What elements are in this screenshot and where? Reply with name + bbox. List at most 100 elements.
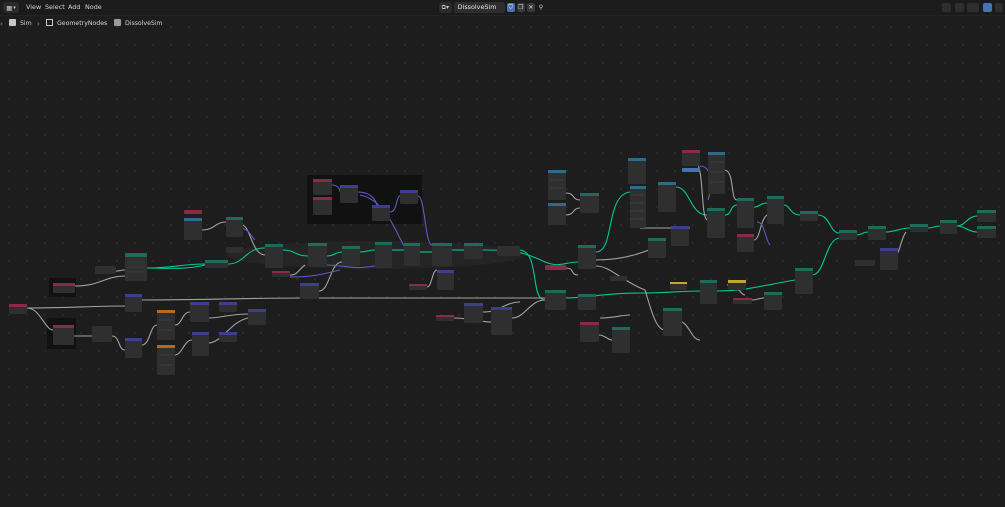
- pin-icon[interactable]: ⚲: [537, 3, 545, 12]
- node-body[interactable]: [184, 218, 202, 240]
- breadcrumb-item-node-tree[interactable]: DissolveSim: [114, 18, 163, 30]
- link[interactable]: [565, 267, 579, 276]
- object-icon: [9, 19, 16, 26]
- node-body[interactable]: [92, 326, 112, 342]
- link[interactable]: [174, 311, 191, 326]
- node-header: [977, 226, 996, 229]
- nodes-layer: [9, 150, 996, 375]
- node-body[interactable]: [184, 210, 202, 214]
- link[interactable]: [751, 297, 765, 301]
- node-body[interactable]: [708, 152, 725, 194]
- shield-icon[interactable]: ⛉: [506, 3, 515, 12]
- gizmo-icon[interactable]: [983, 3, 992, 12]
- geometry-link[interactable]: [783, 204, 801, 216]
- node-body[interactable]: [578, 245, 596, 269]
- link[interactable]: [141, 297, 545, 301]
- close-icon[interactable]: ✕: [526, 3, 535, 12]
- node-body[interactable]: [630, 186, 646, 228]
- link[interactable]: [26, 305, 126, 309]
- link[interactable]: [565, 207, 581, 216]
- node-body[interactable]: [192, 332, 209, 356]
- node-tree-icon[interactable]: ⧉▾: [439, 2, 452, 13]
- link[interactable]: [201, 221, 227, 231]
- node-header: [436, 315, 454, 317]
- node-body[interactable]: [545, 265, 566, 270]
- link[interactable]: [426, 269, 438, 288]
- node-body[interactable]: [767, 196, 784, 224]
- link[interactable]: [208, 313, 249, 319]
- node-body[interactable]: [707, 208, 725, 238]
- node-body[interactable]: [226, 247, 243, 253]
- node-body[interactable]: [404, 243, 420, 266]
- node-body[interactable]: [157, 310, 175, 340]
- link[interactable]: [753, 214, 768, 241]
- geometry-link[interactable]: [956, 225, 978, 233]
- node-body[interactable]: [308, 243, 327, 267]
- menu-select[interactable]: Select: [45, 2, 65, 13]
- node-body[interactable]: [855, 260, 875, 266]
- node-header: [977, 210, 996, 213]
- link[interactable]: [74, 275, 126, 287]
- link[interactable]: [598, 334, 613, 341]
- node-body[interactable]: [95, 266, 116, 274]
- node-body[interactable]: [548, 170, 566, 200]
- geometry-link[interactable]: [753, 202, 768, 208]
- link[interactable]: [565, 192, 581, 201]
- geometry-link[interactable]: [811, 237, 840, 276]
- link[interactable]: [111, 335, 126, 351]
- geometry-link[interactable]: [146, 263, 206, 269]
- node-body[interactable]: [265, 244, 283, 268]
- geometry-link[interactable]: [956, 215, 978, 227]
- chevron-down-icon: ▾: [13, 4, 16, 11]
- editor-type-button[interactable]: ▦ ▾: [3, 2, 19, 13]
- duplicate-icon[interactable]: ❐: [516, 3, 525, 12]
- node-body[interactable]: [682, 168, 700, 172]
- link[interactable]: [141, 324, 158, 346]
- node-header: [578, 294, 596, 297]
- menu-view[interactable]: View: [26, 2, 41, 13]
- node-header: [737, 198, 754, 201]
- link[interactable]: [595, 265, 666, 331]
- node-body[interactable]: [700, 280, 717, 304]
- link[interactable]: [174, 339, 193, 356]
- view-options-icon[interactable]: [995, 3, 1003, 12]
- geometry-link[interactable]: [885, 227, 911, 233]
- node-body[interactable]: [795, 268, 813, 294]
- node-header: [190, 302, 209, 305]
- breadcrumb-item-object[interactable]: Sim: [9, 18, 32, 30]
- chevron-right-icon: ›: [105, 20, 108, 28]
- link[interactable]: [115, 269, 126, 272]
- node-body[interactable]: [491, 307, 512, 335]
- node-body[interactable]: [497, 246, 520, 256]
- node-tree-name-field[interactable]: DissolveSim: [453, 2, 505, 13]
- node-header: [545, 290, 566, 293]
- menu-node[interactable]: Node: [85, 2, 102, 13]
- geometry-link[interactable]: [927, 225, 941, 229]
- node-body[interactable]: [610, 276, 627, 281]
- geometry-link[interactable]: [817, 214, 840, 234]
- geometry-link[interactable]: [724, 204, 738, 216]
- sidebar-toggle-icon[interactable]: [942, 3, 951, 12]
- node-body[interactable]: [375, 242, 392, 268]
- node-body[interactable]: [663, 308, 682, 336]
- node-body[interactable]: [737, 198, 754, 228]
- snap-icon[interactable]: [967, 3, 979, 12]
- node-header: [767, 196, 784, 199]
- geometry-link[interactable]: [595, 191, 631, 253]
- node-body[interactable]: [432, 243, 452, 266]
- node-body[interactable]: [658, 182, 676, 212]
- geometry-link[interactable]: [856, 231, 869, 236]
- breadcrumb-item-modifier[interactable]: GeometryNodes: [46, 18, 107, 30]
- node-body[interactable]: [612, 327, 630, 353]
- node-body[interactable]: [628, 158, 646, 184]
- link[interactable]: [599, 314, 631, 319]
- node-body[interactable]: [548, 203, 566, 225]
- node-body[interactable]: [880, 248, 898, 270]
- link[interactable]: [723, 169, 738, 201]
- menu-add[interactable]: Add: [68, 2, 80, 13]
- overlay-icon[interactable]: [955, 3, 964, 12]
- node-header: [313, 197, 332, 200]
- geometry-link[interactable]: [146, 264, 206, 269]
- geometry-link[interactable]: [519, 249, 546, 301]
- node-body[interactable]: [157, 345, 175, 375]
